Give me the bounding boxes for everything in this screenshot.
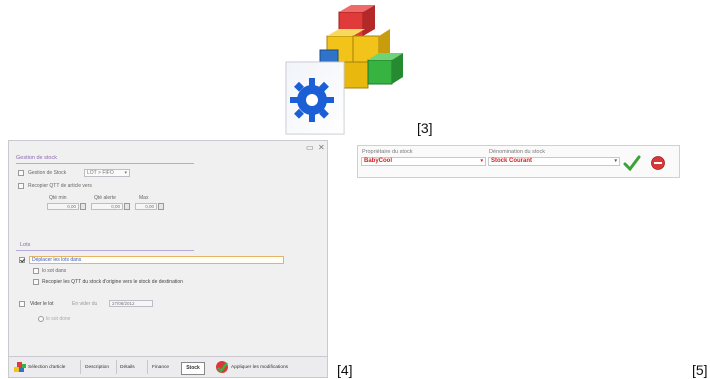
stock-settings-window: ▭ ✕ Gestion de stock Gestion de Stock LO… [8, 140, 328, 378]
tab-description[interactable]: Description [85, 360, 109, 375]
stock-name-label: Dénomination du stock [489, 149, 545, 155]
stock-name-select[interactable]: Stock Courant ▾ [488, 157, 620, 166]
owner-select[interactable]: BabyCool ▾ [361, 157, 486, 166]
figure-label-3: [3] [417, 120, 433, 136]
lot-done-radio[interactable] [38, 316, 44, 322]
gestion-stock-checkbox[interactable] [18, 170, 24, 176]
owner-label: Propriétaire du stock [362, 149, 413, 155]
deplacer-lots-field[interactable]: Déplacer les lots dans [29, 256, 284, 264]
vider-lot-label: Vider le lot [30, 301, 54, 307]
toolbar-separator [147, 360, 148, 374]
max-label: Max [139, 195, 149, 201]
deplacer-lots-checkbox[interactable] [19, 257, 25, 263]
confirm-check-icon[interactable] [623, 155, 641, 171]
stock-name-value: Stock Courant [491, 158, 533, 164]
toolbar-separator [116, 360, 117, 374]
stock-owner-window: Propriétaire du stock BabyCool ▾ Dénomin… [357, 145, 680, 178]
minimize-icon[interactable]: ▭ [306, 143, 314, 152]
recopier-qtt-origine-checkbox[interactable] [33, 279, 39, 285]
recopier-qtt-checkbox[interactable] [18, 183, 24, 189]
stock-method-select[interactable]: LOT > FIFO ▾ [84, 169, 130, 177]
lot-done-label: lo sot done [46, 316, 71, 322]
section-title-lots: Lots [20, 242, 31, 248]
stop-icon[interactable] [651, 156, 665, 170]
chevron-down-icon: ▾ [614, 158, 617, 164]
qte-min-field[interactable]: 0,00 [47, 203, 79, 210]
recopier-qtt-origine-label: Recopier les QTT du stock d'origine vers… [42, 279, 183, 285]
vider-sub-label: En vider du [72, 301, 98, 307]
gestion-stock-label: Gestion de Stock [28, 170, 67, 176]
recopier-qtt-label: Recopier QTT de article vers [28, 183, 92, 189]
close-icon[interactable]: ✕ [318, 143, 325, 152]
stock-method-value: LOT > FIFO [87, 170, 114, 176]
stock-app-icon [285, 5, 403, 135]
lot-sous-checkbox[interactable] [33, 268, 39, 274]
section-divider [16, 163, 194, 164]
qte-alerte-label: Qté alerte [94, 195, 116, 201]
section-title-stock: Gestion de stock [16, 155, 57, 161]
figure-label-5: [5] [692, 362, 708, 378]
apply-changes-button[interactable]: Appliquer les modifications [231, 360, 288, 375]
figure-label-4: [4] [337, 362, 353, 378]
vider-date-field[interactable]: 27/08/2012 [109, 300, 153, 307]
chevron-down-icon: ▾ [124, 170, 127, 176]
qte-alerte-spinner[interactable] [124, 203, 130, 210]
tab-details[interactable]: Détails [120, 360, 135, 375]
selection-article-button[interactable]: Sélection d'article [28, 360, 65, 375]
qte-min-label: Qté min [49, 195, 67, 201]
tab-stock[interactable]: Stock [181, 362, 205, 375]
tab-finance[interactable]: Finance [152, 360, 169, 375]
vider-lot-checkbox[interactable] [19, 301, 25, 307]
section-divider [16, 250, 194, 251]
apply-changes-icon [216, 361, 228, 373]
max-spinner[interactable] [158, 203, 164, 210]
bottom-toolbar: Sélection d'article Description Détails … [9, 356, 327, 377]
qte-alerte-field[interactable]: 0,00 [91, 203, 123, 210]
lot-sous-label: lo sot dans [42, 268, 67, 274]
owner-value: BabyCool [364, 158, 393, 164]
cubes-small-icon [14, 362, 26, 372]
chevron-down-icon: ▾ [480, 158, 483, 164]
qte-min-spinner[interactable] [80, 203, 86, 210]
toolbar-separator [80, 360, 81, 374]
max-field[interactable]: 0,00 [135, 203, 157, 210]
gear-icon [285, 61, 345, 135]
